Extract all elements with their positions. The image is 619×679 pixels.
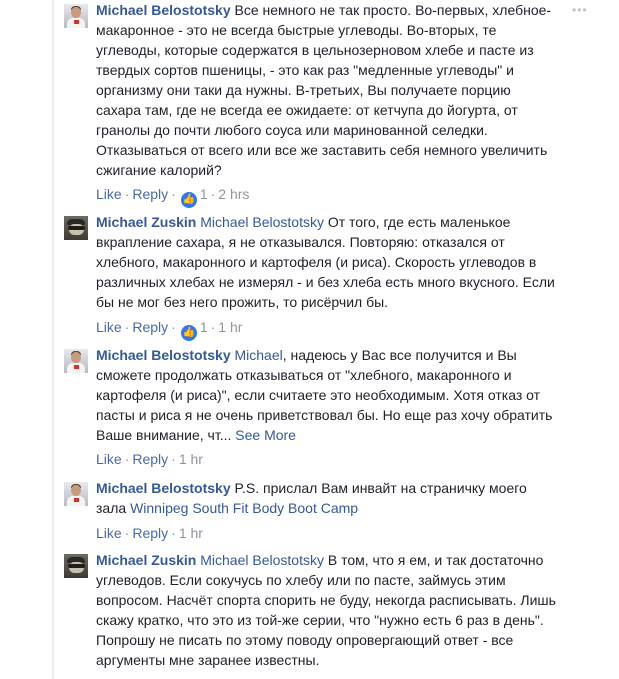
comment-timestamp[interactable]: 2 hrs: [218, 186, 249, 202]
comment-body: Michael Belostotsky Все немного не так п…: [96, 0, 556, 180]
avatar[interactable]: [64, 216, 88, 240]
comment-mention[interactable]: Michael Belostotsky: [200, 552, 324, 568]
comment-body: Michael Belostotsky P.S. прислал Вам инв…: [96, 478, 556, 518]
comment-thread: ••• Michael Belostotsky Все немного не т…: [0, 0, 619, 679]
avatar[interactable]: [64, 482, 88, 506]
comment: Michael Zuskin Michael Belostotsky От то…: [60, 212, 616, 342]
reply-button[interactable]: Reply: [132, 451, 168, 467]
comment-text: Все немного не так просто. Во-первых, хл…: [96, 2, 552, 178]
avatar[interactable]: [64, 4, 88, 28]
comment-actions: Like · Reply · 1 hr: [96, 451, 203, 467]
comment-author[interactable]: Michael Belostotsky: [96, 2, 231, 18]
like-reaction-icon[interactable]: 👍: [180, 325, 197, 341]
comment-author[interactable]: Michael Zuskin: [96, 552, 196, 568]
comment-timestamp[interactable]: 1 hr: [179, 525, 203, 541]
see-more-link[interactable]: See More: [235, 427, 296, 443]
comment-timestamp[interactable]: 1 hr: [179, 451, 203, 467]
comment-body: Michael Belostotsky Michael, надеюсь у В…: [96, 345, 556, 445]
comment-text: В том, что я ем, и так достаточно углево…: [96, 552, 556, 668]
reaction-count[interactable]: 1: [200, 186, 208, 202]
comment-actions: Like · Reply · 👍 1 · 2 hrs: [96, 184, 249, 208]
comment: Michael Belostotsky Michael, надеюсь у В…: [60, 345, 616, 470]
like-button[interactable]: Like: [96, 319, 122, 335]
comment-actions: Like · Reply · 👍 1 · 1 hr: [96, 317, 242, 341]
comment-actions: Like · Reply · 1 hr: [96, 525, 203, 541]
comment-author[interactable]: Michael Belostotsky: [96, 480, 231, 496]
comment-mention[interactable]: Michael: [235, 347, 283, 363]
reply-button[interactable]: Reply: [132, 319, 168, 335]
thread-rail: [52, 0, 54, 679]
comment-author[interactable]: Michael Belostotsky: [96, 347, 231, 363]
comment: Michael Belostotsky Все немного не так п…: [60, 0, 616, 210]
comment-author[interactable]: Michael Zuskin: [96, 214, 196, 230]
avatar[interactable]: [64, 349, 88, 373]
like-button[interactable]: Like: [96, 186, 122, 202]
comment-timestamp[interactable]: 1 hr: [218, 319, 242, 335]
page-link[interactable]: Winnipeg South Fit Body Boot Camp: [130, 500, 358, 516]
comment-mention[interactable]: Michael Belostotsky: [200, 214, 324, 230]
reply-button[interactable]: Reply: [132, 186, 168, 202]
comment: Michael Zuskin Michael Belostotsky В том…: [60, 550, 616, 679]
like-reaction-icon[interactable]: 👍: [180, 192, 197, 208]
comment-body: Michael Zuskin Michael Belostotsky В том…: [96, 550, 556, 670]
avatar[interactable]: [64, 554, 88, 578]
like-button[interactable]: Like: [96, 525, 122, 541]
comment-body: Michael Zuskin Michael Belostotsky От то…: [96, 212, 556, 312]
like-button[interactable]: Like: [96, 451, 122, 467]
reply-button[interactable]: Reply: [132, 525, 168, 541]
comment: Michael Belostotsky P.S. прислал Вам инв…: [60, 478, 616, 546]
reaction-count[interactable]: 1: [200, 319, 208, 335]
